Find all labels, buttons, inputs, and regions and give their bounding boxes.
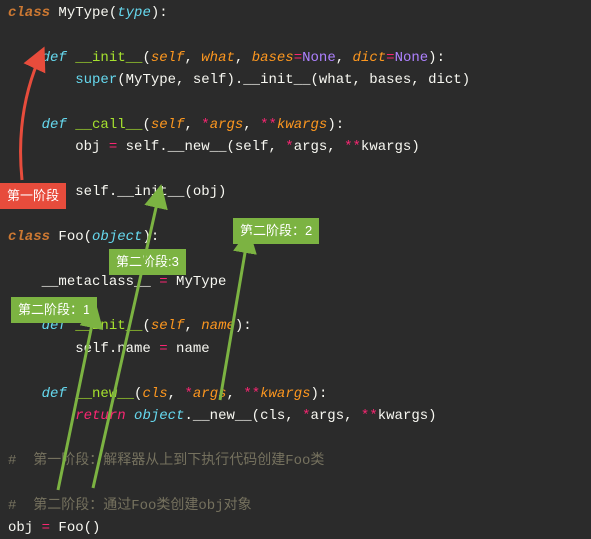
args: args, <box>294 139 344 155</box>
metaclass: __metaclass__ <box>42 274 160 290</box>
param-name: name <box>201 318 235 334</box>
eq: = <box>42 520 50 536</box>
comment-1: # 第一阶段：解释器从上到下执行代码创建Foo类 <box>8 453 324 469</box>
c: , <box>227 386 244 402</box>
p: ( <box>142 50 150 66</box>
param-bases: bases <box>252 50 294 66</box>
punct: ): <box>151 5 168 21</box>
dot: . <box>184 408 192 424</box>
super: super <box>75 72 117 88</box>
c: , <box>184 50 201 66</box>
code-block: class MyType(type): def __init__(self, w… <box>8 0 591 539</box>
kw-def: def <box>42 386 67 402</box>
new-call: __new__ <box>193 408 252 424</box>
star: * <box>201 117 209 133</box>
param-kwargs: kwargs <box>260 386 310 402</box>
eq: = <box>294 50 302 66</box>
label-stage2-2: 第二阶段：2 <box>233 218 319 244</box>
new-call: __new__ <box>168 139 227 155</box>
c: , <box>336 50 353 66</box>
label-stage2-1: 第二阶段：1 <box>11 297 97 323</box>
tail: (obj) <box>184 184 226 200</box>
selfdot: self. <box>117 139 167 155</box>
fn-new: __new__ <box>67 386 134 402</box>
kw-def: def <box>42 50 67 66</box>
c: , <box>243 117 260 133</box>
c: , <box>184 318 201 334</box>
class-name: MyType( <box>50 5 117 21</box>
param-self: self <box>151 117 185 133</box>
p: ): <box>311 386 328 402</box>
dstar: ** <box>260 117 277 133</box>
args: (MyType, self). <box>117 72 243 88</box>
fn-call: __call__ <box>67 117 143 133</box>
kwargs: kwargs) <box>361 139 420 155</box>
object: object <box>126 408 185 424</box>
p: ): <box>327 117 344 133</box>
kw-class: class <box>8 5 50 21</box>
param-self: self <box>151 318 185 334</box>
star: * <box>285 139 293 155</box>
class-name: Foo( <box>50 229 92 245</box>
init-call: __init__ <box>243 72 310 88</box>
param-cls: cls <box>142 386 167 402</box>
param-self: self <box>151 50 185 66</box>
param-dict: dict <box>353 50 387 66</box>
dstar: ** <box>243 386 260 402</box>
args: args, <box>311 408 361 424</box>
base-object: object <box>92 229 142 245</box>
tail: (what, bases, dict) <box>310 72 470 88</box>
dstar: ** <box>361 408 378 424</box>
foo-call: Foo() <box>50 520 100 536</box>
eq: = <box>386 50 394 66</box>
param-what: what <box>201 50 235 66</box>
type-param: type <box>117 5 151 21</box>
eq: = <box>159 341 167 357</box>
c: , <box>184 117 201 133</box>
p: ): <box>428 50 445 66</box>
obj: obj <box>75 139 109 155</box>
kw-def: def <box>42 117 67 133</box>
star: * <box>184 386 192 402</box>
label-stage2-3: 第二阶段:3 <box>109 249 186 275</box>
p: (cls, <box>252 408 302 424</box>
selfname: self.name <box>75 341 159 357</box>
dstar: ** <box>344 139 361 155</box>
param-args: args <box>193 386 227 402</box>
p: ): <box>142 229 159 245</box>
obj: obj <box>8 520 42 536</box>
label-stage1: 第一阶段 <box>0 183 66 209</box>
p: ): <box>235 318 252 334</box>
eq: = <box>159 274 167 290</box>
p: ( <box>142 117 150 133</box>
none: None <box>302 50 336 66</box>
kwargs: kwargs) <box>378 408 437 424</box>
selfdot: self. <box>75 184 117 200</box>
eq: = <box>109 139 117 155</box>
val: MyType <box>168 274 227 290</box>
p: ( <box>142 318 150 334</box>
param-kwargs: kwargs <box>277 117 327 133</box>
kw-return: return <box>75 408 125 424</box>
param-args: args <box>210 117 244 133</box>
none: None <box>395 50 429 66</box>
kw-class: class <box>8 229 50 245</box>
c: , <box>235 50 252 66</box>
fn-init: __init__ <box>67 50 143 66</box>
star: * <box>302 408 310 424</box>
tail: name <box>168 341 210 357</box>
p: (self, <box>226 139 285 155</box>
c: , <box>168 386 185 402</box>
init-call: __init__ <box>117 184 184 200</box>
